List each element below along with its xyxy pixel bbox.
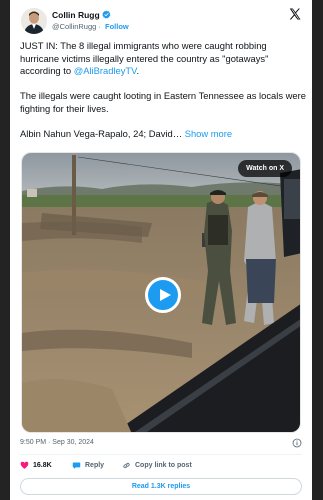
author-handle[interactable]: @CollinRugg <box>52 22 96 31</box>
link-icon <box>123 462 130 469</box>
author-name[interactable]: Collin Rugg <box>52 10 111 20</box>
reply-button[interactable]: Reply <box>72 461 104 470</box>
watch-on-x-button[interactable]: Watch on X <box>238 160 292 177</box>
left-frame <box>0 0 10 500</box>
play-button[interactable] <box>145 277 181 313</box>
verified-badge-icon <box>102 10 111 19</box>
copy-link-button[interactable]: Copy link to post <box>122 461 192 470</box>
follow-button[interactable]: Follow <box>105 22 129 31</box>
heart-icon <box>20 461 29 469</box>
tweet-paragraph-2: The illegals were caught looting in East… <box>20 90 306 114</box>
play-icon <box>160 289 171 301</box>
reply-bubble-icon <box>72 462 81 469</box>
copy-link-label: Copy link to post <box>135 462 192 469</box>
author-handle-row: @CollinRugg · Follow <box>52 22 129 31</box>
right-frame <box>312 0 323 500</box>
tweet-paragraph-1: JUST IN: The 8 illegal immigrants who we… <box>20 40 269 77</box>
reply-label: Reply <box>85 462 105 469</box>
x-logo-icon[interactable] <box>288 7 302 21</box>
info-icon[interactable] <box>292 438 302 448</box>
show-more-link[interactable]: Show more <box>185 128 232 139</box>
mention-link[interactable]: @AliBradleyTV <box>74 65 137 76</box>
read-replies-button[interactable]: Read 1.3K replies <box>20 478 302 495</box>
like-count: 16.8K <box>33 462 52 469</box>
tweet-card: Collin Rugg @CollinRugg · Follow JUST IN… <box>10 0 312 500</box>
author-name-text[interactable]: Collin Rugg <box>52 10 100 20</box>
tweet-paragraph-3: Albin Nahun Vega-Rapalo, 24; David… Show… <box>20 128 233 140</box>
tweet-text: JUST IN: The 8 illegal immigrants who we… <box>20 40 306 153</box>
tweet-header: Collin Rugg @CollinRugg · Follow <box>10 6 312 38</box>
like-button[interactable]: 16.8K <box>20 461 52 470</box>
divider <box>20 454 302 455</box>
video-player[interactable]: Watch on X <box>21 152 301 433</box>
tweet-timestamp[interactable]: 9:50 PM · Sep 30, 2024 <box>20 439 94 446</box>
avatar[interactable] <box>21 8 47 34</box>
